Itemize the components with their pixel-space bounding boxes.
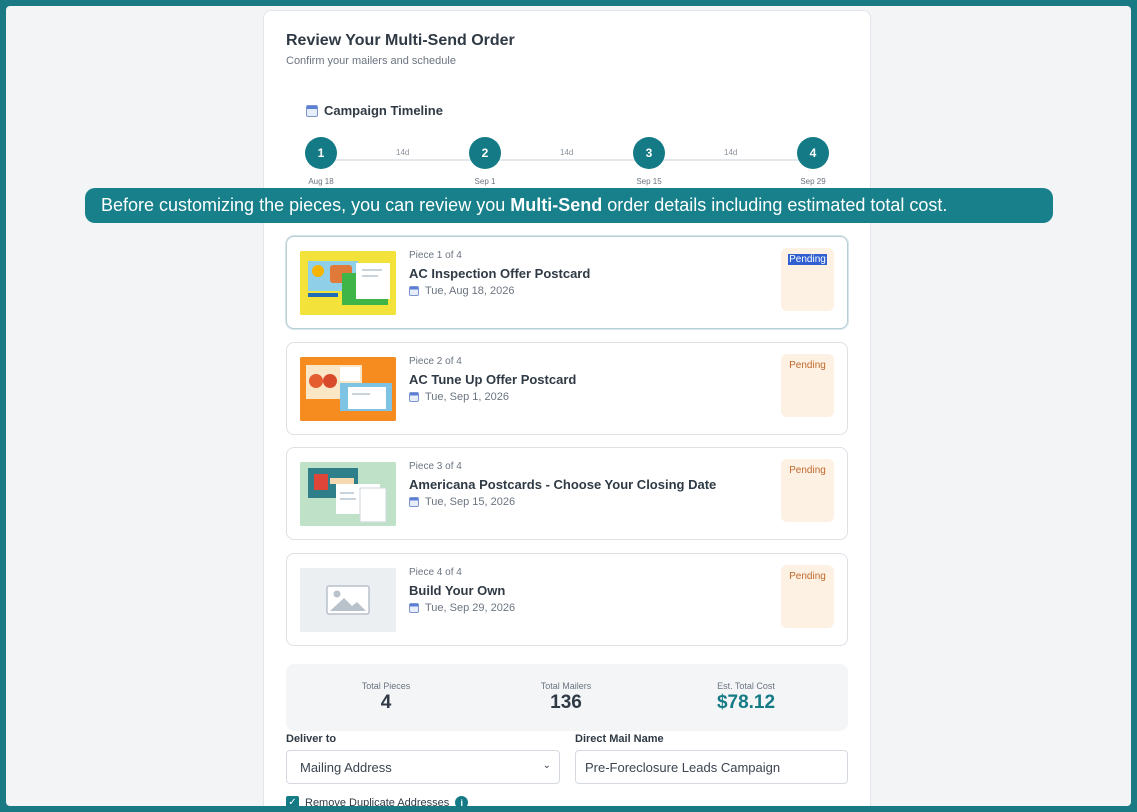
piece-card-3[interactable]: Piece 3 of 4 Americana Postcards - Choos… bbox=[286, 447, 848, 540]
direct-mail-name-value: Pre-Foreclosure Leads Campaign bbox=[585, 759, 781, 775]
piece-date-text: Tue, Sep 29, 2026 bbox=[425, 602, 516, 614]
chevron-down-icon: ⌄ bbox=[542, 760, 551, 771]
piece-card-4[interactable]: Piece 4 of 4 Build Your Own Tue, Sep 29,… bbox=[286, 553, 848, 646]
piece-name: AC Tune Up Offer Postcard bbox=[409, 372, 577, 387]
total-pieces: Total Pieces 4 bbox=[316, 681, 456, 714]
review-panel: Review Your Multi-Send Order Confirm you… bbox=[263, 10, 871, 806]
timeline-gap-1: 14d bbox=[396, 148, 410, 157]
timeline-track bbox=[321, 159, 811, 161]
timeline-date-2: Sep 1 bbox=[474, 177, 496, 186]
page-title: Review Your Multi-Send Order bbox=[286, 32, 515, 49]
timeline-gap-2: 14d bbox=[560, 148, 574, 157]
timeline-date-3: Sep 15 bbox=[636, 177, 662, 186]
calendar-icon bbox=[409, 286, 419, 296]
piece-date: Tue, Sep 15, 2026 bbox=[409, 496, 515, 508]
timeline-date-4: Sep 29 bbox=[800, 177, 826, 186]
timeline-gap-3: 14d bbox=[724, 148, 738, 157]
order-summary: Total Pieces 4 Total Mailers 136 Est. To… bbox=[286, 664, 848, 731]
cost-value: $78.12 bbox=[716, 692, 776, 713]
piece-index: Piece 2 of 4 bbox=[409, 356, 462, 367]
piece-name: Build Your Own bbox=[409, 583, 506, 598]
tooltip-text-bold: Multi-Send bbox=[510, 195, 603, 215]
status-badge: Pending bbox=[781, 565, 834, 628]
image-placeholder-icon bbox=[300, 568, 396, 632]
piece-card-1[interactable]: Piece 1 of 4 AC Inspection Offer Postcar… bbox=[286, 236, 848, 329]
tooltip-text-before: Before customizing the pieces, you can r… bbox=[101, 195, 511, 215]
remove-duplicates-checkbox[interactable]: ✓ bbox=[286, 796, 299, 806]
status-text: Pending bbox=[789, 571, 826, 582]
remove-duplicates-row: ✓ Remove Duplicate Addresses i bbox=[286, 796, 469, 807]
piece-date: Tue, Sep 1, 2026 bbox=[409, 391, 509, 403]
estimated-cost: Est. Total Cost $78.12 bbox=[676, 681, 816, 714]
status-badge: Pending bbox=[781, 459, 834, 522]
total-pieces-value: 4 bbox=[380, 692, 392, 713]
cost-label: Est. Total Cost bbox=[717, 681, 775, 691]
deliver-to-select[interactable]: Mailing Address ⌄ bbox=[286, 750, 560, 784]
piece-date: Tue, Aug 18, 2026 bbox=[409, 285, 515, 297]
page-subtitle: Confirm your mailers and schedule bbox=[286, 55, 456, 67]
tutorial-tooltip: Before customizing the pieces, you can r… bbox=[85, 188, 1053, 223]
deliver-to-value: Mailing Address bbox=[300, 759, 392, 775]
piece-index: Piece 1 of 4 bbox=[409, 250, 462, 261]
total-mailers: Total Mailers 136 bbox=[496, 681, 636, 714]
status-badge: Pending bbox=[781, 354, 834, 417]
total-mailers-value: 136 bbox=[550, 692, 582, 713]
tooltip-text-after: order details including estimated total … bbox=[602, 195, 948, 215]
piece-name: AC Inspection Offer Postcard bbox=[409, 266, 591, 281]
app-frame: Review Your Multi-Send Order Confirm you… bbox=[6, 6, 1131, 806]
timeline-step-4[interactable]: 4 bbox=[797, 137, 829, 169]
calendar-icon bbox=[409, 497, 419, 507]
calendar-icon bbox=[306, 104, 318, 117]
direct-mail-name-label: Direct Mail Name bbox=[575, 733, 664, 745]
piece-date: Tue, Sep 29, 2026 bbox=[409, 602, 515, 614]
total-pieces-label: Total Pieces bbox=[361, 681, 411, 691]
total-mailers-label: Total Mailers bbox=[540, 681, 592, 691]
timeline-step-1[interactable]: 1 bbox=[305, 137, 337, 169]
piece-index: Piece 4 of 4 bbox=[409, 567, 462, 578]
status-text: Pending bbox=[789, 360, 826, 371]
piece-date-text: Tue, Sep 15, 2026 bbox=[425, 496, 516, 508]
postcard-thumbnail-3 bbox=[300, 462, 396, 526]
direct-mail-name-input[interactable]: Pre-Foreclosure Leads Campaign bbox=[575, 750, 848, 784]
timeline-date-1: Aug 18 bbox=[308, 177, 334, 186]
timeline-step-2[interactable]: 2 bbox=[469, 137, 501, 169]
info-icon[interactable]: i bbox=[455, 796, 469, 806]
calendar-icon bbox=[409, 392, 419, 402]
piece-name: Americana Postcards - Choose Your Closin… bbox=[409, 477, 717, 492]
postcard-thumbnail-2 bbox=[300, 357, 396, 421]
deliver-to-label: Deliver to bbox=[286, 733, 337, 745]
status-text: Pending bbox=[788, 254, 827, 265]
postcard-thumbnail-1 bbox=[300, 251, 396, 315]
remove-duplicates-label: Remove Duplicate Addresses bbox=[305, 796, 450, 807]
timeline-header: Campaign Timeline bbox=[306, 103, 443, 118]
timeline-step-3[interactable]: 3 bbox=[633, 137, 665, 169]
calendar-icon bbox=[409, 603, 419, 613]
piece-date-text: Tue, Aug 18, 2026 bbox=[425, 285, 515, 297]
status-text: Pending bbox=[789, 465, 826, 476]
status-badge: Pending bbox=[781, 248, 834, 311]
timeline-title: Campaign Timeline bbox=[324, 103, 443, 118]
piece-card-2[interactable]: Piece 2 of 4 AC Tune Up Offer Postcard T… bbox=[286, 342, 848, 435]
piece-date-text: Tue, Sep 1, 2026 bbox=[425, 391, 509, 403]
piece-index: Piece 3 of 4 bbox=[409, 461, 462, 472]
